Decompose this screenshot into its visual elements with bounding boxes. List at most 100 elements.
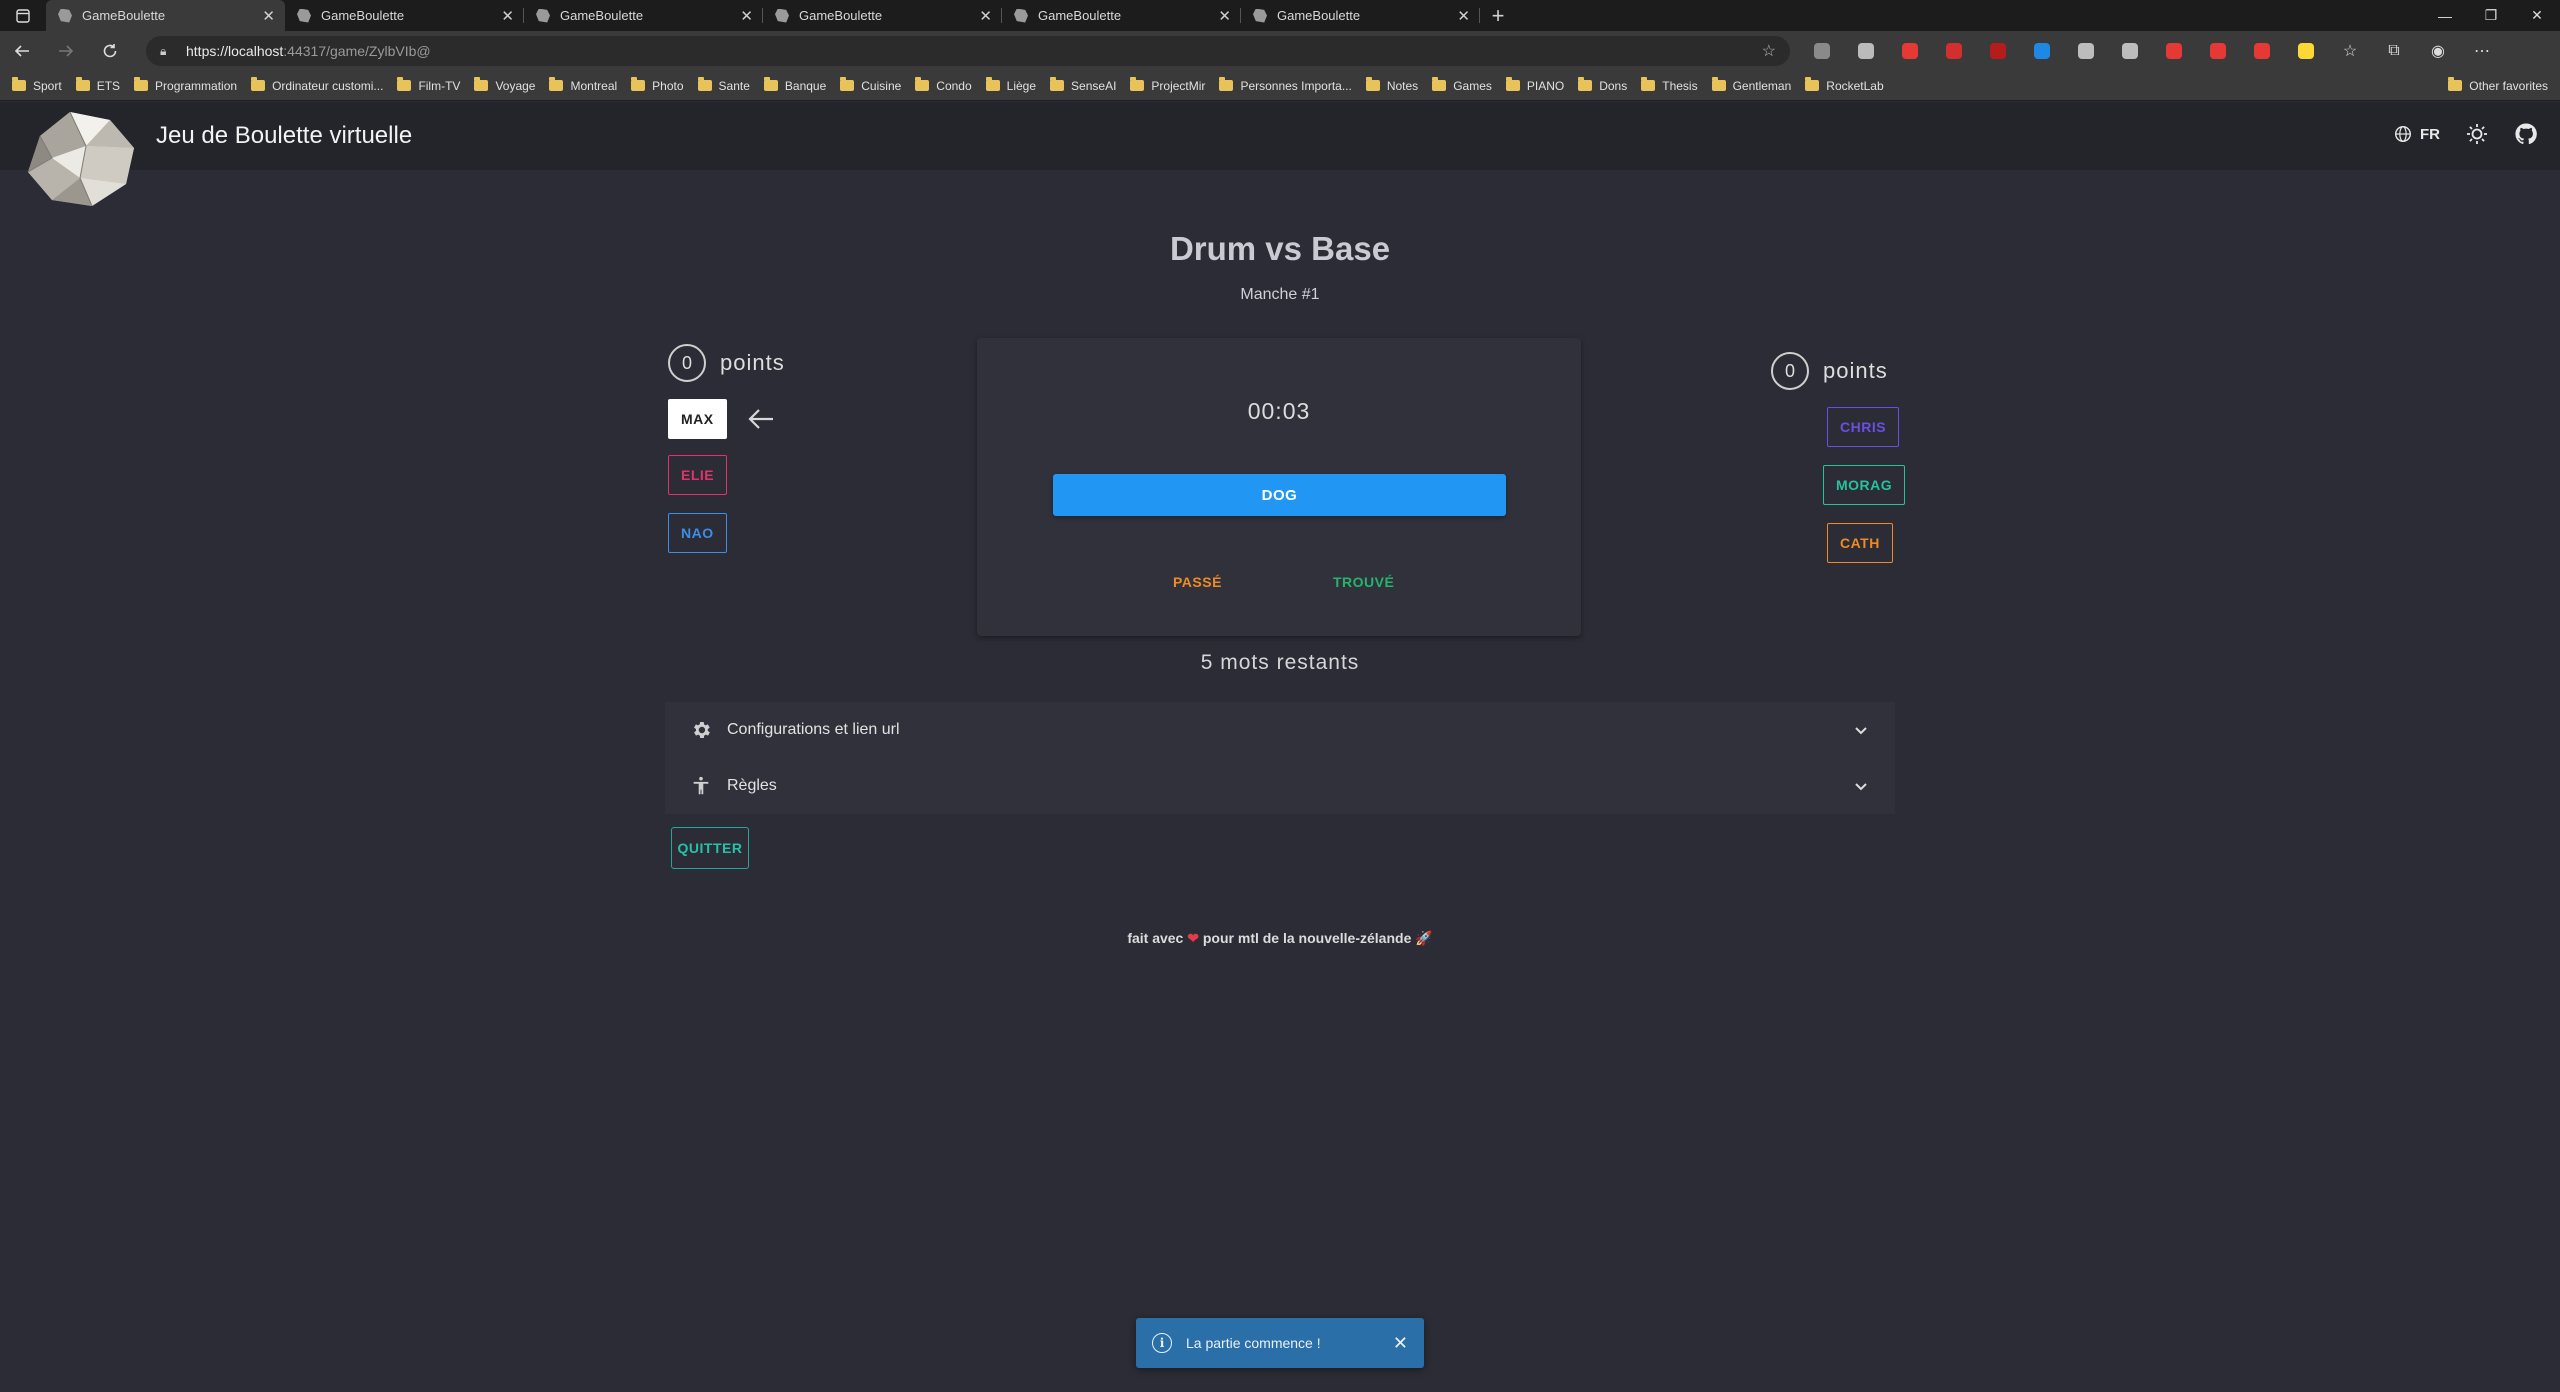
- bookmark-item[interactable]: Montreal: [549, 77, 617, 93]
- tab-close-icon[interactable]: ✕: [1457, 7, 1470, 25]
- chevron-down-icon[interactable]: [1851, 776, 1871, 796]
- player-max[interactable]: MAX: [668, 399, 727, 439]
- back-button[interactable]: [0, 31, 44, 71]
- forward-button[interactable]: [44, 31, 88, 71]
- browser-tab[interactable]: GameBoulette ✕: [46, 0, 285, 31]
- lock-icon[interactable]: 🔒︎: [160, 44, 174, 59]
- found-button[interactable]: TROUVÉ: [1333, 574, 1394, 590]
- player-nao[interactable]: NAO: [668, 513, 727, 553]
- extension-icon[interactable]: [1844, 43, 1888, 59]
- tab-close-icon[interactable]: ✕: [740, 7, 753, 25]
- accordion-configurations[interactable]: Configurations et lien url: [665, 702, 1895, 758]
- bookmark-item[interactable]: Sport: [12, 77, 62, 93]
- player-cath[interactable]: CATH: [1827, 523, 1893, 563]
- player-morag[interactable]: MORAG: [1823, 465, 1906, 505]
- extension-icon[interactable]: [1932, 43, 1976, 59]
- favorites-icon[interactable]: ☆: [2328, 41, 2372, 61]
- extension-icon[interactable]: [1976, 43, 2020, 59]
- extension-icon[interactable]: [2240, 43, 2284, 59]
- extension-icon[interactable]: [2020, 43, 2064, 59]
- restore-icon[interactable]: ❐: [2468, 0, 2514, 31]
- github-icon[interactable]: [2514, 122, 2538, 146]
- tab-close-icon[interactable]: ✕: [979, 7, 992, 25]
- tab-favicon-icon: [536, 8, 550, 23]
- extension-icon[interactable]: [2152, 43, 2196, 59]
- folder-icon: [1130, 77, 1145, 91]
- favorite-star-icon[interactable]: ☆: [1762, 41, 1776, 61]
- window-controls: — ❐ ✕: [2422, 0, 2560, 31]
- bookmark-item[interactable]: Thesis: [1641, 77, 1698, 93]
- tab-favicon-icon: [58, 8, 72, 23]
- more-menu-icon[interactable]: ⋯: [2460, 41, 2504, 61]
- bookmark-item[interactable]: Banque: [763, 77, 826, 93]
- bookmark-item[interactable]: Photo: [631, 77, 684, 93]
- bookmark-label: ProjectMir: [1151, 78, 1206, 93]
- app-title[interactable]: Jeu de Boulette virtuelle: [156, 122, 412, 150]
- current-word-button[interactable]: DOG: [1053, 474, 1506, 516]
- folder-icon: [915, 77, 930, 91]
- tab-close-icon[interactable]: ✕: [501, 7, 514, 25]
- extension-icon[interactable]: [1800, 43, 1844, 59]
- bookmark-item[interactable]: Gentleman: [1711, 77, 1791, 93]
- browser-tab[interactable]: GameBoulette ✕: [524, 0, 763, 31]
- bookmark-label: Games: [1453, 78, 1492, 93]
- bookmark-item[interactable]: Games: [1432, 77, 1492, 93]
- pass-button[interactable]: PASSÉ: [1173, 574, 1222, 590]
- bookmark-item[interactable]: Film-TV: [397, 77, 460, 93]
- bookmark-item[interactable]: ProjectMir: [1130, 77, 1206, 93]
- profile-icon[interactable]: ◉: [2416, 41, 2460, 61]
- right-score-value: 0: [1771, 352, 1809, 390]
- address-bar[interactable]: 🔒︎ https://localhost:44317/game/ZylbVIb@…: [146, 36, 1790, 66]
- tab-actions-icon[interactable]: [0, 0, 46, 31]
- bookmark-item[interactable]: Notes: [1365, 77, 1418, 93]
- extension-icon[interactable]: [2284, 43, 2328, 59]
- tab-close-icon[interactable]: ✕: [1218, 7, 1231, 25]
- extension-icon[interactable]: [2108, 43, 2152, 59]
- language-selector[interactable]: FR: [2394, 125, 2440, 143]
- extension-icon[interactable]: [1888, 43, 1932, 59]
- refresh-button[interactable]: [88, 31, 132, 71]
- bookmark-item[interactable]: RocketLab: [1805, 77, 1884, 93]
- bookmark-item[interactable]: Cuisine: [840, 77, 901, 93]
- bookmark-item[interactable]: ETS: [75, 77, 120, 93]
- bookmark-item[interactable]: PIANO: [1505, 77, 1564, 93]
- chevron-down-icon[interactable]: [1851, 720, 1871, 740]
- bookmark-item[interactable]: Liège: [985, 77, 1036, 93]
- toast-close-icon[interactable]: ✕: [1393, 1333, 1408, 1354]
- footer: fait avec ❤ pour mtl de la nouvelle-zéla…: [0, 930, 2560, 947]
- browser-tab[interactable]: GameBoulette ✕: [1002, 0, 1241, 31]
- folder-icon: [474, 77, 489, 91]
- collections-icon[interactable]: ⧉: [2372, 42, 2416, 60]
- browser-tab[interactable]: GameBoulette ✕: [1241, 0, 1480, 31]
- bookmark-item[interactable]: SenseAI: [1050, 77, 1116, 93]
- bookmark-item[interactable]: Personnes Importa...: [1219, 77, 1352, 93]
- paper-ball-logo[interactable]: [22, 106, 142, 210]
- extension-icon[interactable]: [2064, 43, 2108, 59]
- bookmark-item[interactable]: Ordinateur customi...: [251, 77, 383, 93]
- folder-icon: [75, 77, 90, 91]
- bookmark-label: Sport: [33, 78, 62, 93]
- close-window-icon[interactable]: ✕: [2514, 0, 2560, 31]
- quit-button[interactable]: QUITTER: [671, 827, 749, 869]
- bookmark-item[interactable]: Programmation: [134, 77, 237, 93]
- browser-tab[interactable]: GameBoulette ✕: [285, 0, 524, 31]
- rocket-icon: 🚀: [1415, 930, 1433, 946]
- minimize-icon[interactable]: —: [2422, 0, 2468, 31]
- extension-icon[interactable]: [2196, 43, 2240, 59]
- browser-tab[interactable]: GameBoulette ✕: [763, 0, 1002, 31]
- bookmark-item[interactable]: Dons: [1578, 77, 1627, 93]
- new-tab-button[interactable]: +: [1480, 0, 1516, 31]
- bookmark-item[interactable]: Voyage: [474, 77, 536, 93]
- other-favorites[interactable]: Other favorites: [2448, 77, 2548, 93]
- player-elie[interactable]: ELIE: [668, 455, 728, 495]
- tab-favicon-icon: [775, 8, 789, 23]
- bookmark-item[interactable]: Sante: [697, 77, 750, 93]
- player-chris[interactable]: CHRIS: [1827, 407, 1900, 447]
- bookmark-item[interactable]: Condo: [915, 77, 972, 93]
- tab-close-icon[interactable]: ✕: [262, 7, 275, 25]
- accordion-rules[interactable]: Règles: [665, 758, 1895, 814]
- theme-toggle-sun-icon[interactable]: [2466, 123, 2488, 145]
- left-points-label: points: [720, 350, 785, 375]
- tab-title: GameBoulette: [82, 8, 166, 23]
- bookmark-label: Voyage: [495, 78, 536, 93]
